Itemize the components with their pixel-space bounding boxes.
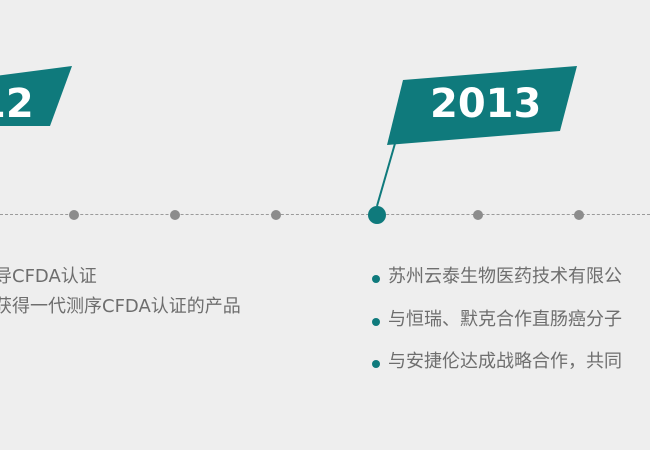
timeline-dot[interactable]	[473, 210, 483, 220]
timeline-line	[0, 214, 650, 217]
timeline-dot[interactable]	[170, 210, 180, 220]
timeline-dot[interactable]	[271, 210, 281, 220]
left-year-label: 12	[0, 81, 34, 127]
left-event-line-1: 导CFDA认证	[0, 266, 97, 287]
timeline-dot[interactable]	[574, 210, 584, 220]
left-event-line-2: 获得一代测序CFDA认证的产品	[0, 296, 241, 317]
timeline-dot-active[interactable]	[368, 206, 386, 224]
right-event-item-text: 与安捷伦达成战略合作，共同	[388, 351, 622, 372]
right-flag-pole	[376, 139, 397, 207]
right-year-label: 2013	[430, 81, 542, 127]
right-event-item-text: 苏州云泰生物医药技术有限公	[388, 266, 622, 287]
bullet-dot-icon	[372, 360, 380, 368]
timeline-dot[interactable]	[69, 210, 79, 220]
timeline-stage: 12 2013 导CFDA认证 获得一代测序CFDA认证的产品 苏州云泰生物医药…	[0, 0, 650, 450]
bullet-dot-icon	[372, 275, 380, 283]
bullet-dot-icon	[372, 318, 380, 326]
right-event-item-text: 与恒瑞、默克合作直肠癌分子	[388, 309, 622, 330]
flag-graphics	[0, 66, 577, 207]
